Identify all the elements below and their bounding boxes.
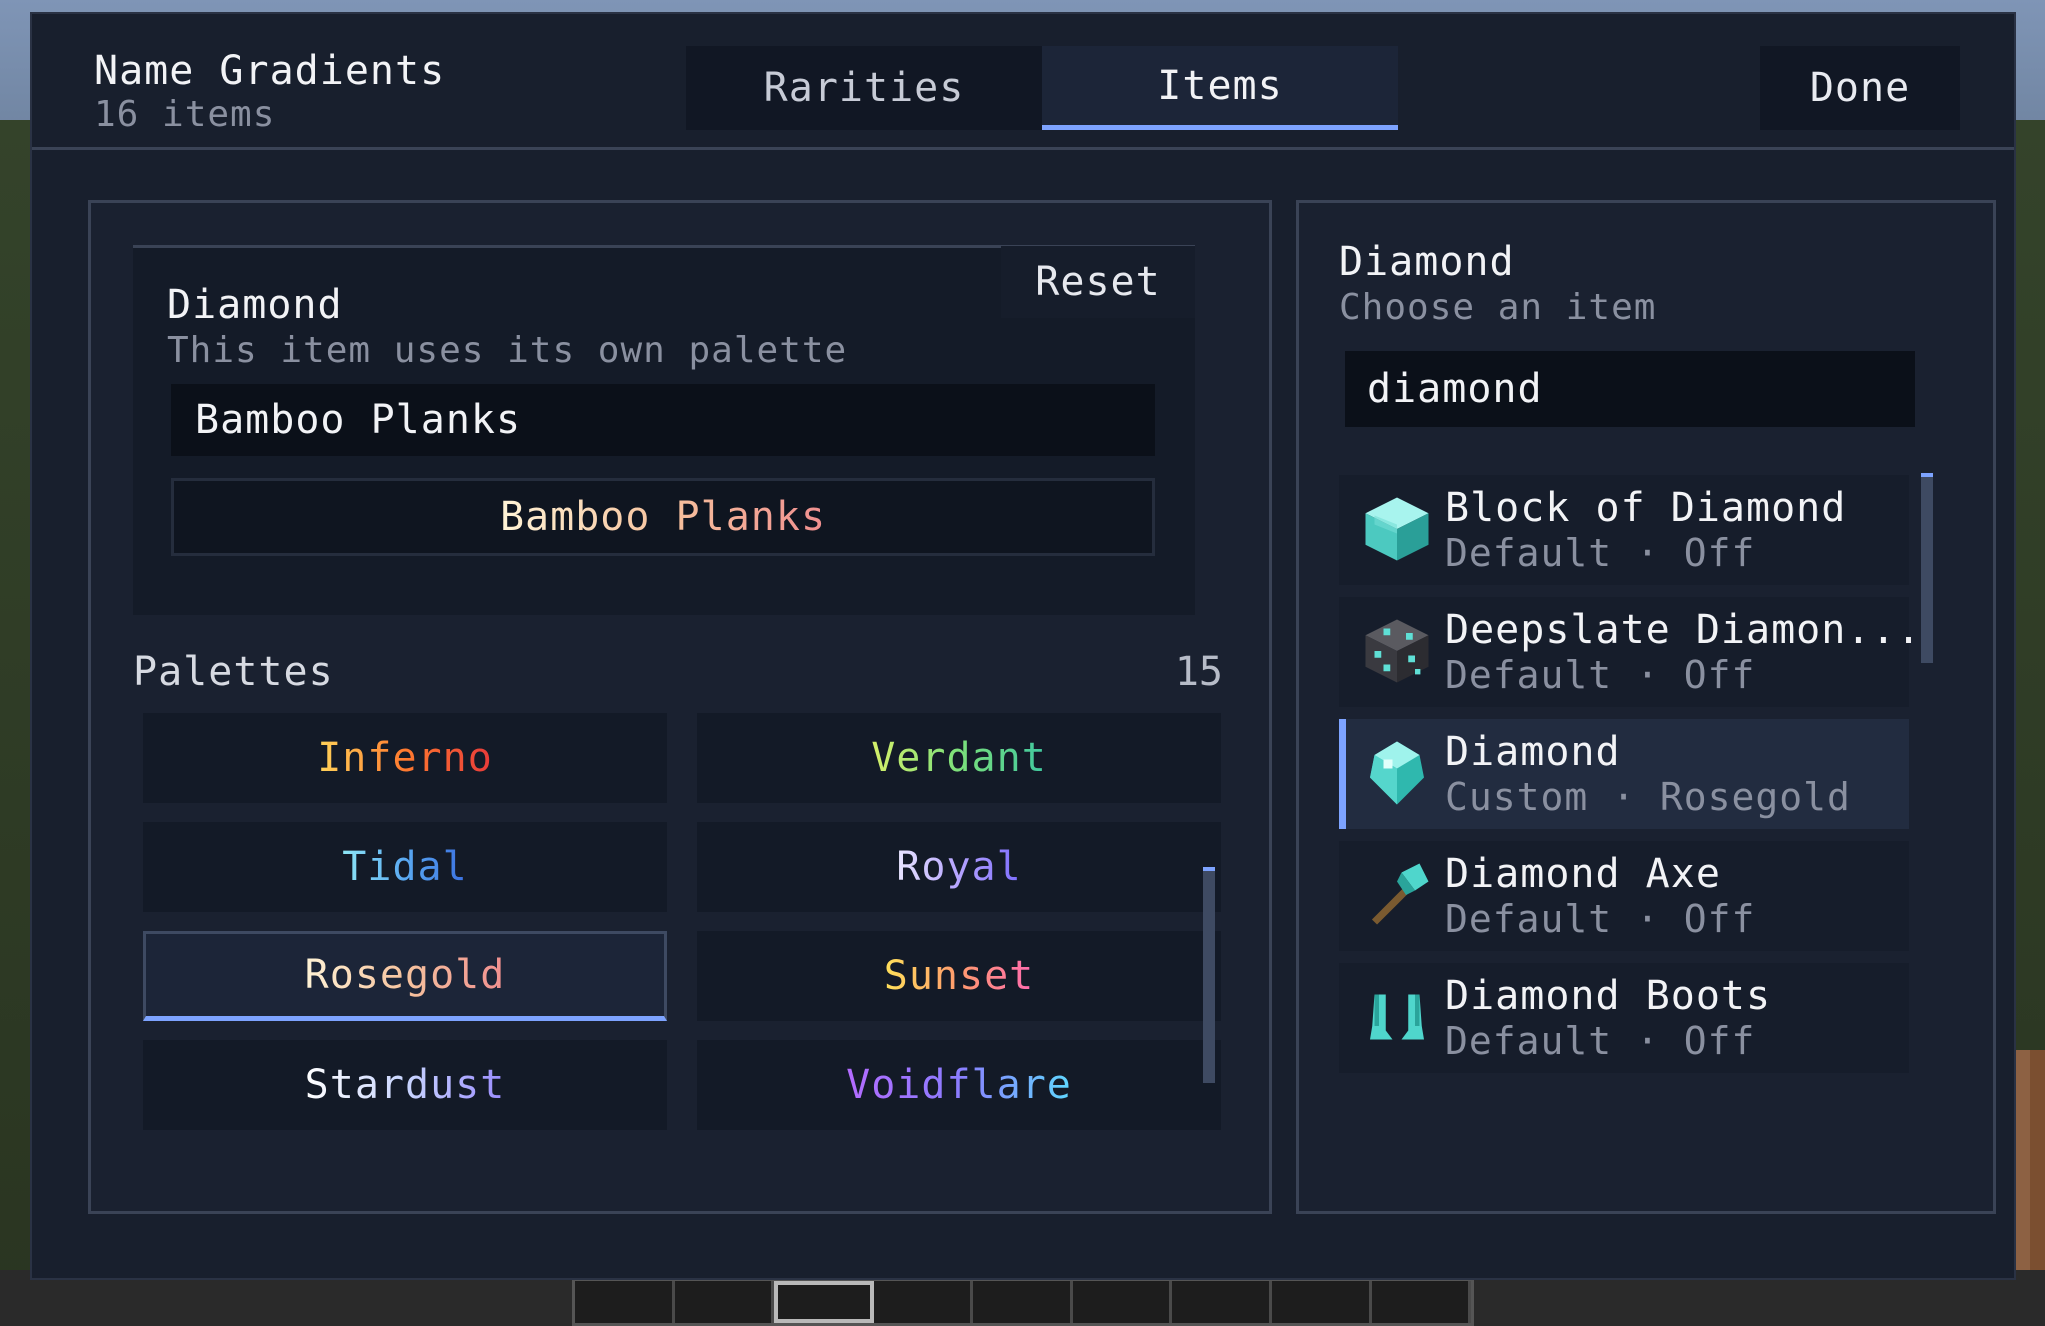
- diamond-boots-icon: [1370, 994, 1424, 1040]
- palette-inferno[interactable]: Inferno: [143, 713, 667, 803]
- deepslate-diamond-ore-icon: [1365, 619, 1429, 683]
- done-button[interactable]: Done: [1760, 46, 1960, 130]
- diamond-block-icon: [1365, 497, 1429, 561]
- palette-tidal[interactable]: Tidal: [143, 822, 667, 912]
- item-name: Diamond Boots: [1445, 973, 1772, 1019]
- item-name: Diamond Axe: [1445, 851, 1721, 897]
- palette-label: Verdant: [871, 735, 1047, 781]
- item-name: Deepslate Diamon...: [1445, 607, 1922, 653]
- palette-label: Stardust: [304, 1062, 506, 1108]
- item-picker-panel: Diamond Choose an item Block of Diamond …: [1296, 200, 1996, 1214]
- item-picker-subtitle: Choose an item: [1339, 287, 1657, 328]
- list-item-selected[interactable]: Diamond Custom · Rosegold: [1339, 719, 1909, 829]
- palette-description: This item uses its own palette: [167, 330, 848, 371]
- item-status: Default · Off: [1445, 653, 1756, 697]
- tab-rarities[interactable]: Rarities: [686, 46, 1042, 130]
- palette-voidflare[interactable]: Voidflare: [697, 1040, 1221, 1130]
- hotbar: [572, 1278, 1474, 1326]
- item-status: Default · Off: [1445, 531, 1756, 575]
- palette-label: Sunset: [883, 953, 1035, 999]
- item-status: Custom · Rosegold: [1445, 775, 1851, 819]
- gradient-editor-panel: Reset Diamond This item uses its own pal…: [88, 200, 1272, 1214]
- item-count: 16 items: [94, 94, 276, 135]
- dialog-title: Name Gradients: [94, 48, 446, 94]
- list-item[interactable]: Block of Diamond Default · Off: [1339, 475, 1909, 585]
- palette-royal[interactable]: Royal: [697, 822, 1221, 912]
- palette-sunset[interactable]: Sunset: [697, 931, 1221, 1021]
- name-gradients-dialog: Name Gradients 16 items Rarities Items D…: [30, 12, 2016, 1280]
- item-name: Diamond: [1445, 729, 1621, 775]
- palette-label: Voidflare: [846, 1062, 1072, 1108]
- hotbar-slot: [1272, 1281, 1372, 1323]
- palette-scrollbar[interactable]: [1203, 871, 1215, 1083]
- palette-verdant[interactable]: Verdant: [697, 713, 1221, 803]
- dialog-header: Name Gradients 16 items Rarities Items D…: [32, 14, 2014, 150]
- palette-label: Inferno: [317, 735, 493, 781]
- palette-stardust[interactable]: Stardust: [143, 1040, 667, 1130]
- reset-button[interactable]: Reset: [1001, 246, 1195, 318]
- palette-label: Tidal: [342, 844, 468, 890]
- hotbar-slot: [1172, 1281, 1272, 1323]
- list-item[interactable]: Diamond Axe Default · Off: [1339, 841, 1909, 951]
- gradient-preview-text: Bamboo Planks: [499, 494, 827, 540]
- diamond-icon: [1370, 741, 1424, 805]
- list-item[interactable]: Deepslate Diamon... Default · Off: [1339, 597, 1921, 707]
- hotbar-slot: [973, 1281, 1073, 1323]
- tab-items[interactable]: Items: [1042, 46, 1398, 130]
- item-list-scrollbar[interactable]: [1921, 477, 1933, 663]
- hotbar-slot: [675, 1281, 775, 1323]
- preview-name-input[interactable]: [171, 384, 1155, 456]
- item-picker-title: Diamond: [1339, 239, 1515, 285]
- gradient-preview: Bamboo Planks: [171, 478, 1155, 556]
- item-status: Default · Off: [1445, 1019, 1756, 1063]
- tab-bar: Rarities Items: [686, 46, 1398, 130]
- hotbar-slot: [1372, 1281, 1472, 1323]
- palettes-count: 15: [1174, 649, 1223, 695]
- palette-rosegold[interactable]: Rosegold: [143, 931, 667, 1021]
- hotbar-slot: [575, 1281, 675, 1323]
- item-name: Block of Diamond: [1445, 485, 1847, 531]
- diamond-axe-icon: [1371, 863, 1429, 925]
- hotbar-slot-selected: [774, 1281, 874, 1323]
- palette-label: Royal: [896, 844, 1022, 890]
- hotbar-slot: [874, 1281, 974, 1323]
- palette-label: Rosegold: [304, 952, 506, 998]
- list-item[interactable]: Diamond Boots Default · Off: [1339, 963, 1909, 1073]
- hotbar-slot: [1073, 1281, 1173, 1323]
- palettes-heading: Palettes: [133, 649, 334, 695]
- item-preview-card: Reset Diamond This item uses its own pal…: [133, 245, 1195, 615]
- selected-item-title: Diamond: [167, 282, 343, 328]
- item-status: Default · Off: [1445, 897, 1756, 941]
- item-search-input[interactable]: [1345, 351, 1915, 427]
